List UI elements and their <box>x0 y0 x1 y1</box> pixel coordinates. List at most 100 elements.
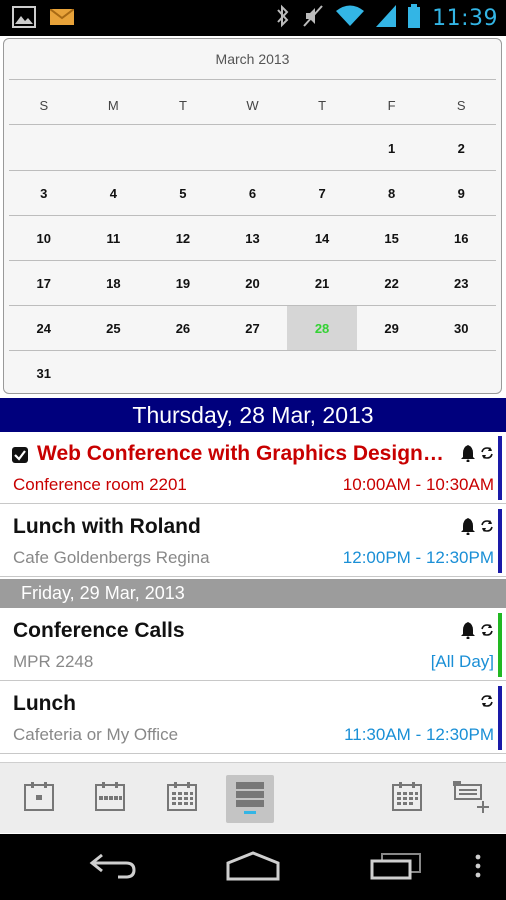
weekday-label: W <box>246 98 259 113</box>
weekday-label: S <box>456 98 466 113</box>
calendar-day[interactable]: 23 <box>426 261 496 306</box>
event-location: Cafe Goldenbergs Regina <box>13 548 210 567</box>
calendar-color-bar <box>498 436 502 500</box>
calendar-empty-cell <box>287 351 357 396</box>
calendar-week-row: 3456789 <box>9 171 496 216</box>
weekday-header-row: S M T W T F S <box>9 91 496 121</box>
calendar-empty-cell <box>287 126 357 171</box>
alarm-bell-icon <box>459 444 477 467</box>
event-lunch-with-roland[interactable]: Lunch with Roland Cafe Goldenbergs Regin… <box>0 505 506 577</box>
calendar-empty-cell <box>79 351 149 396</box>
calendar-day[interactable]: 20 <box>218 261 288 306</box>
day-header-friday: Friday, 29 Mar, 2013 <box>0 579 506 608</box>
back-button[interactable] <box>86 852 140 884</box>
month-view-button[interactable] <box>158 775 206 823</box>
calendar-day[interactable]: 11 <box>79 216 149 261</box>
battery-icon <box>408 4 421 33</box>
recent-apps-icon <box>370 852 422 885</box>
calendar-day[interactable]: 6 <box>218 171 288 216</box>
completed-checkbox[interactable] <box>12 447 28 463</box>
calendar-day[interactable]: 27 <box>218 306 288 351</box>
divider <box>9 79 496 80</box>
calendar-day[interactable]: 30 <box>426 306 496 351</box>
go-to-today-icon <box>391 781 423 817</box>
calendar-day-selected[interactable]: 28 <box>287 306 357 351</box>
repeat-icon <box>480 446 494 465</box>
day-view-icon <box>23 781 55 817</box>
calendar-day[interactable]: 18 <box>79 261 149 306</box>
calendar-empty-cell <box>148 126 218 171</box>
month-view-icon <box>166 781 198 817</box>
calendar-day[interactable]: 5 <box>148 171 218 216</box>
alarm-bell-icon <box>459 621 477 644</box>
calendar-day[interactable]: 1 <box>357 126 427 171</box>
calendar-day[interactable]: 14 <box>287 216 357 261</box>
event-conference-calls[interactable]: Conference Calls MPR 2248 [All Day] <box>0 609 506 681</box>
calendar-day[interactable]: 2 <box>426 126 496 171</box>
add-event-icon <box>449 779 491 820</box>
calendar-day[interactable]: 21 <box>287 261 357 306</box>
go-to-today-button[interactable] <box>383 775 431 823</box>
recent-apps-button[interactable] <box>368 852 424 884</box>
calendar-week-row: 24 25 26 27 28 29 30 <box>9 306 496 351</box>
calendar-week-row: 17 18 19 20 21 22 23 <box>9 261 496 306</box>
event-time: [All Day] <box>430 652 494 671</box>
divider <box>9 124 496 125</box>
calendar-day[interactable]: 17 <box>9 261 79 306</box>
calendar-day[interactable]: 10 <box>9 216 79 261</box>
calendar-day[interactable]: 16 <box>426 216 496 261</box>
event-lunch[interactable]: Lunch Cafeteria or My Office 11:30AM - 1… <box>0 682 506 754</box>
repeat-icon <box>480 519 494 538</box>
calendar-day[interactable]: 24 <box>9 306 79 351</box>
home-button[interactable] <box>224 850 282 886</box>
weekday-label: F <box>387 98 396 113</box>
agenda-view-button[interactable] <box>226 775 274 823</box>
event-time: 10:00AM - 10:30AM <box>342 475 494 494</box>
bottom-toolbar <box>0 762 506 833</box>
wifi-icon <box>336 5 365 32</box>
home-icon <box>225 850 281 886</box>
event-title: Lunch with Roland <box>13 515 201 538</box>
calendar-color-bar <box>498 613 502 677</box>
calendar-day[interactable]: 12 <box>148 216 218 261</box>
calendar-day[interactable]: 9 <box>426 171 496 216</box>
email-icon <box>49 8 75 30</box>
calendar-color-bar <box>498 509 502 573</box>
event-title: Conference Calls <box>13 619 185 642</box>
back-icon <box>88 853 138 884</box>
weekday-label: M <box>107 98 119 113</box>
calendar-week-row: 12 <box>9 126 496 171</box>
calendar-day[interactable]: 15 <box>357 216 427 261</box>
calendar-day[interactable]: 26 <box>148 306 218 351</box>
calendar-day[interactable]: 19 <box>148 261 218 306</box>
agenda-view-icon <box>234 780 266 819</box>
event-time: 11:30AM - 12:30PM <box>344 725 494 744</box>
calendar-day[interactable]: 3 <box>9 171 79 216</box>
calendar-day[interactable]: 7 <box>287 171 357 216</box>
event-web-conference[interactable]: Web Conference with Graphics Design… Con… <box>0 432 506 504</box>
calendar-color-bar <box>498 686 502 750</box>
calendar-day[interactable]: 8 <box>357 171 427 216</box>
day-view-button[interactable] <box>15 775 63 823</box>
calendar-day[interactable]: 22 <box>357 261 427 306</box>
event-time: 12:00PM - 12:30PM <box>342 548 494 567</box>
event-title: Lunch <box>13 692 76 715</box>
event-location: Conference room 2201 <box>13 475 187 494</box>
event-title: Web Conference with Graphics Design… <box>37 442 444 465</box>
navigation-bar <box>0 834 506 900</box>
add-event-button[interactable] <box>446 775 494 823</box>
menu-icon <box>475 854 481 883</box>
day-header-thursday: Thursday, 28 Mar, 2013 <box>0 398 506 432</box>
calendar-empty-cell <box>79 126 149 171</box>
calendar-day[interactable]: 13 <box>218 216 288 261</box>
event-location: MPR 2248 <box>13 652 94 671</box>
clock: 11:39 <box>432 6 498 31</box>
calendar-day[interactable]: 4 <box>79 171 149 216</box>
calendar-title: March 2013 <box>215 51 290 67</box>
menu-button[interactable] <box>470 852 486 884</box>
week-view-button[interactable] <box>86 775 134 823</box>
calendar-day[interactable]: 25 <box>79 306 149 351</box>
calendar-day[interactable]: 29 <box>357 306 427 351</box>
calendar-day[interactable]: 31 <box>9 351 79 396</box>
calendar-empty-cell <box>218 351 288 396</box>
